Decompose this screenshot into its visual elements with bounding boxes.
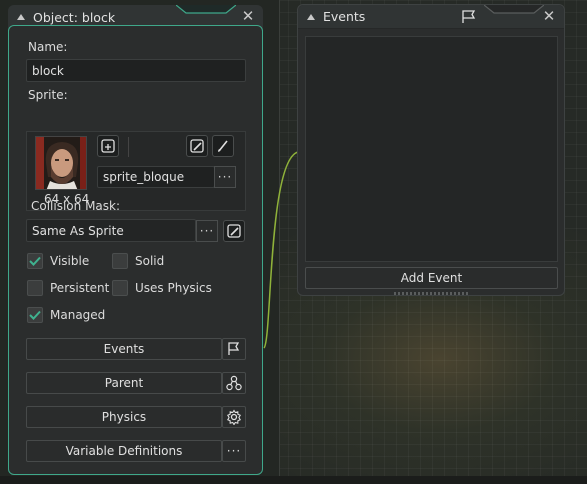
sprite-label: Sprite: [28, 88, 68, 102]
brush-icon [218, 140, 228, 152]
bottom-strip [0, 476, 587, 484]
parent-icon [226, 375, 242, 391]
solid-checkbox[interactable] [112, 253, 128, 269]
sprite-portrait-image [36, 137, 86, 189]
events-flag-button[interactable] [222, 338, 246, 360]
parent-button[interactable]: Parent [26, 372, 222, 394]
physics-gear-icon [227, 409, 241, 425]
variable-definitions-button[interactable]: Variable Definitions [26, 440, 222, 462]
variable-definitions-more-button[interactable]: ··· [222, 440, 246, 462]
edit-image-icon [190, 139, 204, 153]
object-properties-panel: Name: block Sprite: 64 x 64 sprite_bloqu… [8, 25, 263, 475]
add-event-button[interactable]: Add Event [305, 267, 558, 289]
event-connector-line [263, 151, 299, 349]
toolbar-divider [128, 137, 129, 157]
brush-button[interactable] [212, 135, 234, 157]
object-window-title: Object: block [33, 9, 116, 25]
close-icon[interactable]: ✕ [241, 9, 255, 24]
check-icon [29, 310, 41, 320]
sprite-select-field[interactable]: sprite_bloque [97, 166, 215, 188]
new-sprite-button[interactable] [97, 135, 119, 157]
uses-physics-checkbox[interactable] [112, 280, 128, 296]
collision-mask-browse-button[interactable]: ··· [196, 220, 218, 242]
resize-grip[interactable] [394, 292, 470, 295]
title-notch [176, 5, 236, 14]
edit-image-button[interactable] [186, 135, 208, 157]
managed-checkbox[interactable] [27, 307, 43, 323]
persistent-label: Persistent [50, 281, 110, 295]
event-list[interactable] [305, 36, 558, 262]
events-window: Events ✕ Add Event [297, 4, 565, 296]
name-label: Name: [28, 40, 68, 54]
visible-checkbox[interactable] [27, 253, 43, 269]
managed-label: Managed [50, 308, 106, 322]
new-sprite-icon [101, 139, 115, 153]
name-field[interactable]: block [26, 59, 246, 82]
uses-physics-label: Uses Physics [135, 281, 212, 295]
flag-icon [462, 10, 476, 23]
check-icon [29, 256, 41, 266]
physics-icon-button[interactable] [222, 406, 246, 428]
collapse-icon[interactable] [17, 14, 25, 20]
flag-icon [228, 342, 240, 355]
sprite-browse-button[interactable]: ··· [214, 166, 236, 188]
collision-mask-select[interactable]: Same As Sprite [26, 219, 196, 242]
object-window: Object: block ✕ Name: block Sprite: 64 x… [8, 5, 263, 475]
events-window-titlebar[interactable]: Events ✕ [298, 5, 564, 29]
collapse-icon[interactable] [307, 13, 315, 20]
events-button[interactable]: Events [26, 338, 222, 360]
events-window-title: Events [323, 9, 366, 24]
edit-image-icon [227, 224, 241, 238]
sprite-thumbnail[interactable] [35, 136, 87, 190]
visible-label: Visible [50, 254, 90, 268]
solid-label: Solid [135, 254, 165, 268]
physics-button[interactable]: Physics [26, 406, 222, 428]
close-icon[interactable]: ✕ [542, 9, 556, 24]
collision-edit-button[interactable] [223, 220, 245, 242]
title-notch [484, 5, 544, 14]
collision-mask-label: Collision Mask: [31, 199, 121, 213]
persistent-checkbox[interactable] [27, 280, 43, 296]
parent-icon-button[interactable] [222, 372, 246, 394]
